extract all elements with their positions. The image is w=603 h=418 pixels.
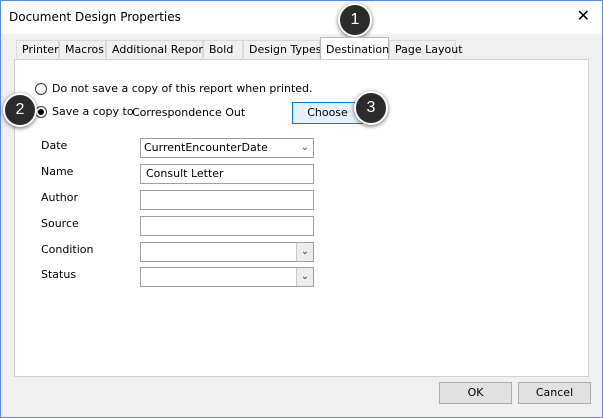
tab-additional-reports[interactable]: Additional Reports: [106, 40, 213, 58]
save-copy-label: Save a copy to: [52, 105, 134, 118]
tab-macros[interactable]: Macros: [59, 40, 106, 58]
chevron-down-icon[interactable]: ⌄: [297, 139, 313, 157]
ok-button[interactable]: OK: [439, 382, 512, 404]
annotation-badge-2: 2: [3, 93, 37, 127]
tab-destination[interactable]: Destination: [320, 37, 389, 59]
annotation-badge-3: 3: [354, 91, 388, 125]
window-title: Document Design Properties: [9, 10, 181, 24]
close-icon[interactable]: ✕: [577, 7, 590, 25]
save-location-value: Correspondence Out: [132, 106, 246, 119]
dialog-window: Document Design Properties ✕ Printer Mac…: [0, 0, 603, 418]
tab-page-layout[interactable]: Page Layout: [389, 40, 463, 58]
date-label: Date: [41, 139, 68, 152]
condition-combo[interactable]: ⌄: [140, 242, 314, 262]
source-label: Source: [41, 217, 79, 230]
date-combo[interactable]: CurrentEncounterDate ⌄: [140, 138, 314, 158]
destination-panel: Do not save a copy of this report when p…: [14, 59, 589, 377]
source-input[interactable]: [140, 216, 314, 236]
chevron-down-icon[interactable]: ⌄: [296, 243, 313, 261]
no-save-label: Do not save a copy of this report when p…: [52, 82, 313, 95]
name-label: Name: [41, 165, 74, 178]
choose-button[interactable]: Choose: [292, 102, 363, 124]
author-label: Author: [41, 191, 79, 204]
status-combo[interactable]: ⌄: [140, 267, 314, 287]
date-value: CurrentEncounterDate: [144, 141, 268, 154]
title-bar: Document Design Properties ✕: [1, 1, 602, 34]
tab-bold[interactable]: Bold: [203, 40, 243, 58]
annotation-badge-1: 1: [338, 3, 372, 37]
tab-design-types[interactable]: Design Types: [243, 40, 321, 58]
no-save-radio[interactable]: [35, 83, 47, 95]
cancel-button[interactable]: Cancel: [518, 382, 591, 404]
author-input[interactable]: [140, 190, 314, 210]
name-input[interactable]: Consult Letter: [140, 164, 314, 184]
condition-label: Condition: [41, 243, 94, 256]
chevron-down-icon[interactable]: ⌄: [296, 268, 313, 286]
status-label: Status: [41, 268, 77, 281]
tab-printer[interactable]: Printer: [16, 40, 59, 58]
